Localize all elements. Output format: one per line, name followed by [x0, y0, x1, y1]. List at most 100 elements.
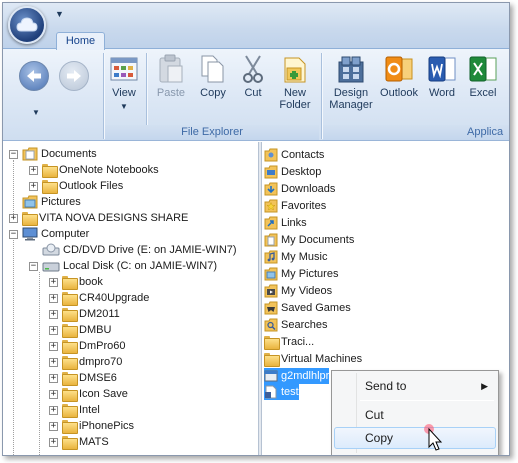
list-item-my-music[interactable]: My Music — [264, 249, 327, 265]
application-menu-button[interactable] — [8, 6, 46, 44]
collapse-icon[interactable]: − — [9, 229, 18, 239]
forward-button[interactable] — [59, 61, 89, 91]
tree-item-onenote[interactable]: + OneNote Notebooks — [29, 162, 159, 178]
list-item-links[interactable]: Links — [264, 215, 307, 231]
tree-item-dmpro60[interactable]: + DmPro60 — [49, 338, 125, 354]
list-item-contacts[interactable]: Contacts — [264, 147, 324, 163]
list-item-my-documents[interactable]: My Documents — [264, 232, 354, 248]
menu-item-cut[interactable]: Cut — [334, 404, 496, 426]
music-folder-icon — [264, 250, 278, 264]
tree-item-vita-nova-share[interactable]: + VITA NOVA DESIGNS SHARE — [9, 210, 188, 226]
folder-icon — [42, 164, 58, 178]
group-label-applications: Applica — [323, 125, 509, 140]
copy-button[interactable]: Copy — [195, 53, 231, 99]
view-button[interactable]: View ▼ — [107, 53, 141, 113]
expand-icon[interactable]: + — [29, 181, 38, 191]
outlook-button[interactable]: Outlook — [377, 53, 421, 99]
tree-item-dmpro70[interactable]: + dmpro70 — [49, 354, 122, 370]
tree-item-book[interactable]: + book — [49, 274, 103, 290]
list-item-my-pictures[interactable]: My Pictures — [264, 266, 338, 282]
expand-icon[interactable]: + — [49, 405, 58, 415]
list-item-my-videos[interactable]: My Videos — [264, 283, 332, 299]
documents-folder-icon — [264, 233, 278, 247]
list-item-label: Desktop — [281, 166, 322, 178]
tree-item-icon-save[interactable]: + Icon Save — [49, 386, 128, 402]
tree-item-mats[interactable]: + MATS — [49, 434, 109, 450]
expand-icon[interactable]: + — [49, 341, 58, 351]
tree-item-label: DmPro60 — [79, 340, 126, 352]
collapse-icon[interactable]: − — [9, 149, 18, 159]
menu-item-copy[interactable]: Copy — [334, 427, 496, 449]
folder-tree-pane[interactable]: − Documents + OneNote Notebooks + Outloo… — [3, 142, 258, 455]
menu-item-send-to[interactable]: Send to ▶ — [334, 375, 496, 397]
list-item-label: Favorites — [281, 200, 327, 212]
expand-icon[interactable]: + — [49, 437, 58, 447]
word-button[interactable]: Word — [425, 53, 459, 99]
design-manager-button[interactable]: Design Manager — [325, 53, 377, 111]
folder-icon — [62, 324, 78, 338]
tree-item-cd-drive[interactable]: CD/DVD Drive (E: on JAMIE-WIN7) — [29, 242, 237, 258]
list-item-label: Downloads — [281, 183, 336, 195]
list-item-virtual-machines[interactable]: Virtual Machines — [264, 351, 362, 367]
file-icon — [265, 385, 277, 399]
expand-icon[interactable]: + — [49, 325, 58, 335]
design-manager-label: Design Manager — [329, 87, 372, 111]
list-item-desktop[interactable]: Desktop — [264, 164, 321, 180]
list-item-traci[interactable]: Traci... — [264, 334, 314, 350]
new-folder-button[interactable]: New Folder — [275, 53, 315, 111]
tree-item-computer[interactable]: − Computer — [9, 226, 89, 242]
expand-icon[interactable]: + — [49, 309, 58, 319]
list-item-favorites[interactable]: Favorites — [264, 198, 326, 214]
list-item-downloads[interactable]: Downloads — [264, 181, 335, 197]
excel-button[interactable]: Excel — [465, 53, 501, 99]
expand-icon[interactable]: + — [49, 293, 58, 303]
tree-item-documents[interactable]: − Documents — [9, 146, 97, 162]
excel-label: Excel — [469, 87, 497, 99]
expand-icon[interactable]: + — [49, 357, 58, 367]
tree-item-outlook-files[interactable]: + Outlook Files — [29, 178, 123, 194]
expand-icon[interactable]: + — [49, 421, 58, 431]
tree-item-intel[interactable]: + Intel — [49, 402, 100, 418]
quick-access-dropdown-icon[interactable]: ▼ — [55, 9, 64, 19]
history-dropdown-icon[interactable]: ▼ — [32, 108, 40, 117]
tree-item-label: Icon Save — [79, 388, 128, 400]
expand-icon[interactable]: + — [29, 165, 38, 175]
list-item-saved-games[interactable]: Saved Games — [264, 300, 351, 316]
links-folder-icon — [264, 216, 278, 230]
tree-item-label: Documents — [41, 148, 97, 160]
tree-item-dm2011[interactable]: + DM2011 — [49, 306, 120, 322]
tab-home[interactable]: Home — [56, 32, 105, 50]
tree-item-label: DMSE6 — [79, 372, 117, 384]
tree-item-local-disk[interactable]: − Local Disk (C: on JAMIE-WIN7) — [29, 258, 217, 274]
cut-button[interactable]: Cut — [237, 53, 269, 99]
list-item-test[interactable]: test — [264, 384, 299, 400]
tree-item-label: Intel — [79, 404, 100, 416]
new-folder-label-line1: New — [283, 87, 306, 99]
tree-item-label: MATS — [79, 436, 109, 448]
saved-games-folder-icon — [264, 301, 278, 315]
tree-item-pictures[interactable]: Pictures — [9, 194, 81, 210]
tree-item-cr40upgrade[interactable]: + CR40Upgrade — [49, 290, 149, 306]
word-label: Word — [428, 87, 456, 99]
folder-icon — [62, 356, 78, 370]
tree-item-label: book — [79, 276, 103, 288]
list-item-label: Contacts — [281, 149, 325, 161]
tree-item-iphonepics[interactable]: + iPhonePics — [49, 418, 134, 434]
tree-item-label: dmpro70 — [79, 356, 123, 368]
list-item-label: My Music — [281, 251, 328, 263]
list-item-g2mdlhlpr[interactable]: g2mdlhlpr — [264, 368, 330, 384]
paste-button[interactable]: Paste — [153, 53, 189, 99]
collapse-icon[interactable]: − — [29, 261, 38, 271]
back-button[interactable] — [19, 61, 49, 91]
tree-item-dmse6[interactable]: + DMSE6 — [49, 370, 117, 386]
expand-icon[interactable]: + — [49, 373, 58, 383]
list-item-searches[interactable]: Searches — [264, 317, 327, 333]
list-item-label: g2mdlhlpr — [281, 370, 330, 382]
excel-icon — [469, 56, 497, 82]
expand-icon[interactable]: + — [49, 277, 58, 287]
expand-icon[interactable]: + — [9, 213, 18, 223]
expand-icon[interactable]: + — [49, 389, 58, 399]
view-icon — [110, 57, 138, 81]
tree-item-dmbu[interactable]: + DMBU — [49, 322, 111, 338]
word-icon — [428, 56, 456, 82]
